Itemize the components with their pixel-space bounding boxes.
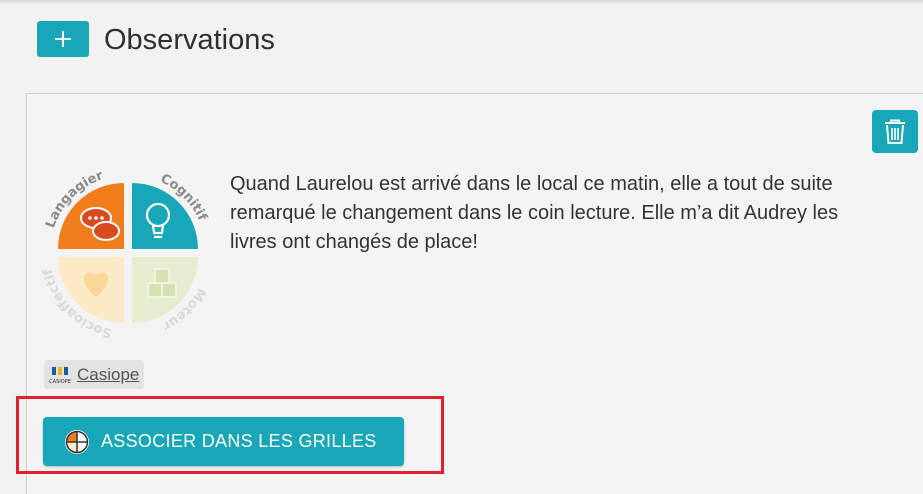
associate-grids-label: ASSOCIER DANS LES GRILLES [101,431,377,451]
associate-grids-button[interactable]: ASSOCIER DANS LES GRILLES [43,417,404,466]
source-badge: CASIOPE Casiope [44,360,145,389]
observation-text: Quand Laurelou est arrivé dans le local … [230,173,839,253]
delete-observation-button[interactable] [872,110,918,153]
source-link[interactable]: Casiope [77,365,139,385]
plus-icon [55,31,71,47]
trash-icon [885,119,905,144]
grid-wheel-icon [65,429,89,454]
page-title: Observations [104,24,275,56]
svg-text:CASIOPE: CASIOPE [49,379,71,385]
development-domains-wheel: Langagier Cognitif Socioaffectif Moteur [41,168,210,340]
add-observation-button[interactable] [37,21,89,57]
top-shadow [0,0,923,4]
casiope-logo: CASIOPE [49,366,71,385]
